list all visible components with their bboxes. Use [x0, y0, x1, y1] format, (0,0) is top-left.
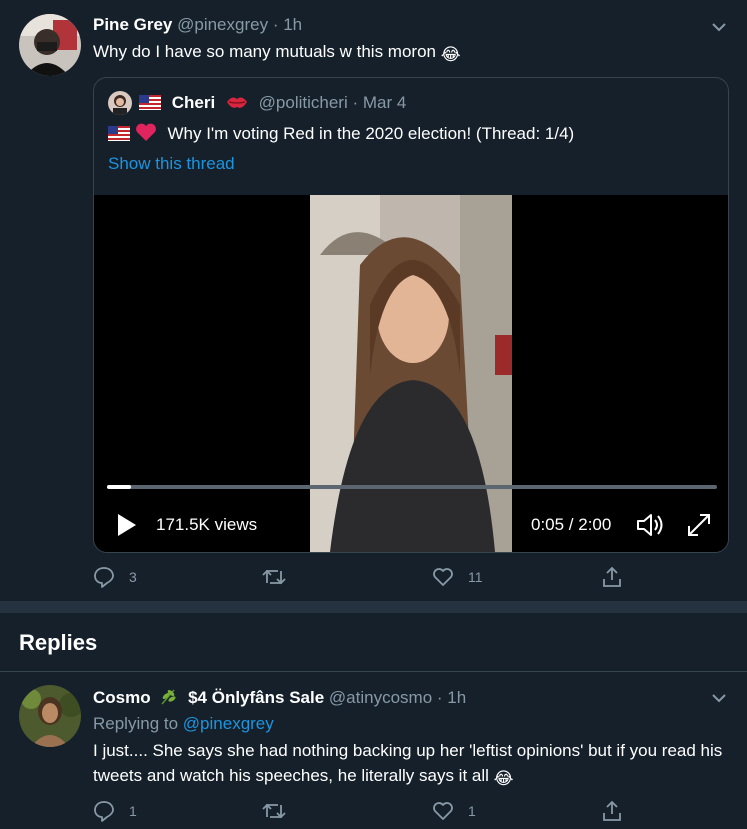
handle[interactable]: @pinexgrey: [177, 15, 268, 34]
reply-separator: ·: [436, 688, 443, 707]
like-action[interactable]: 11: [432, 566, 483, 588]
avatar-cosmo[interactable]: [19, 685, 81, 747]
quoted-text-content: Why I'm voting Red in the 2020 election!…: [167, 124, 575, 143]
video-time: 0:05 / 2:00: [531, 515, 612, 534]
like-count: 11: [468, 569, 483, 585]
reply-timestamp[interactable]: 1h: [447, 688, 466, 707]
video-progress-bar[interactable]: [107, 485, 717, 489]
main-tweet[interactable]: Pine Grey @pinexgrey · 1h Why do I have …: [0, 0, 747, 600]
separator: ·: [272, 15, 279, 34]
reply-retweet-action[interactable]: [262, 800, 300, 822]
reply-display-name[interactable]: Cosmo: [93, 688, 151, 707]
reply-reply-action[interactable]: 1: [93, 800, 137, 822]
reply-icon: [94, 801, 114, 822]
show-thread-link[interactable]: Show this thread: [108, 152, 235, 176]
chevron-down-icon[interactable]: [709, 688, 729, 708]
tweet-header: Pine Grey @pinexgrey · 1h: [93, 15, 302, 35]
replying-to-label: Replying to: [93, 714, 179, 733]
heart-outline-icon: [433, 802, 453, 820]
reply-display-name-suffix[interactable]: $4 Önlyfâns Sale: [188, 688, 324, 707]
quoted-tweet[interactable]: Cheri @politicheri · Mar 4 Why I'm votin…: [93, 77, 729, 553]
laughing-emoji: 😂: [440, 45, 461, 64]
reply-text: I just.... She says she had nothing back…: [93, 738, 733, 791]
retweet-icon: [262, 803, 286, 819]
section-divider: [0, 601, 747, 613]
quoted-separator: ·: [352, 93, 359, 112]
quoted-header: Cheri @politicheri · Mar 4: [139, 93, 406, 115]
fullscreen-icon[interactable]: [685, 511, 713, 544]
retweet-icon: [262, 569, 286, 585]
share-icon: [603, 800, 621, 821]
reply-icon: [94, 567, 114, 588]
video-progress-fill: [107, 485, 132, 489]
heart-icon: [135, 122, 157, 149]
volume-icon[interactable]: [635, 511, 665, 544]
quoted-handle: @politicheri: [258, 93, 348, 112]
avatar-pine-grey[interactable]: [19, 14, 81, 76]
reply-text-content: I just.... She says she had nothing back…: [93, 741, 723, 785]
video-views: 171.5K views: [156, 515, 258, 534]
reply-like-count: 1: [468, 803, 476, 819]
lips-icon: [226, 95, 248, 115]
replying-to: Replying to @pinexgrey: [93, 712, 274, 736]
herb-icon: [159, 687, 179, 710]
video-player[interactable]: 171.5K views 0:05 / 2:00: [94, 195, 728, 552]
us-flag-icon: [108, 124, 130, 148]
tweet-text: Why do I have so many mutuals w this mor…: [93, 40, 461, 67]
laughing-emoji: 😂: [493, 769, 514, 788]
chevron-down-icon[interactable]: [709, 17, 729, 37]
quoted-date: Mar 4: [362, 93, 407, 112]
share-icon: [603, 566, 621, 587]
replying-to-handle[interactable]: @pinexgrey: [183, 714, 274, 733]
avatar-cheri: [108, 91, 132, 115]
video-frame: [310, 195, 512, 552]
reply-reply-count: 1: [129, 803, 137, 819]
reply-like-action[interactable]: 1: [432, 800, 476, 822]
play-icon[interactable]: [116, 513, 138, 542]
quoted-text: Why I'm voting Red in the 2020 election!…: [108, 122, 574, 149]
quoted-display-name: Cheri: [171, 93, 216, 112]
reply-tweet[interactable]: Cosmo $4 Önlyfâns Sale @atinycosmo · 1h …: [0, 672, 747, 829]
replies-heading: Replies: [19, 630, 98, 655]
display-name[interactable]: Pine Grey: [93, 15, 172, 34]
share-action[interactable]: [601, 566, 637, 588]
reply-header: Cosmo $4 Önlyfâns Sale @atinycosmo · 1h: [93, 687, 466, 710]
heart-outline-icon: [433, 568, 453, 586]
reply-count: 3: [129, 569, 137, 585]
timestamp[interactable]: 1h: [283, 15, 302, 34]
reply-handle[interactable]: @atinycosmo: [329, 688, 432, 707]
us-flag-icon: [139, 95, 161, 115]
reply-share-action[interactable]: [601, 800, 637, 822]
tweet-text-content: Why do I have so many mutuals w this mor…: [93, 42, 436, 61]
reply-action[interactable]: 3: [93, 566, 137, 588]
retweet-action[interactable]: [262, 566, 300, 588]
